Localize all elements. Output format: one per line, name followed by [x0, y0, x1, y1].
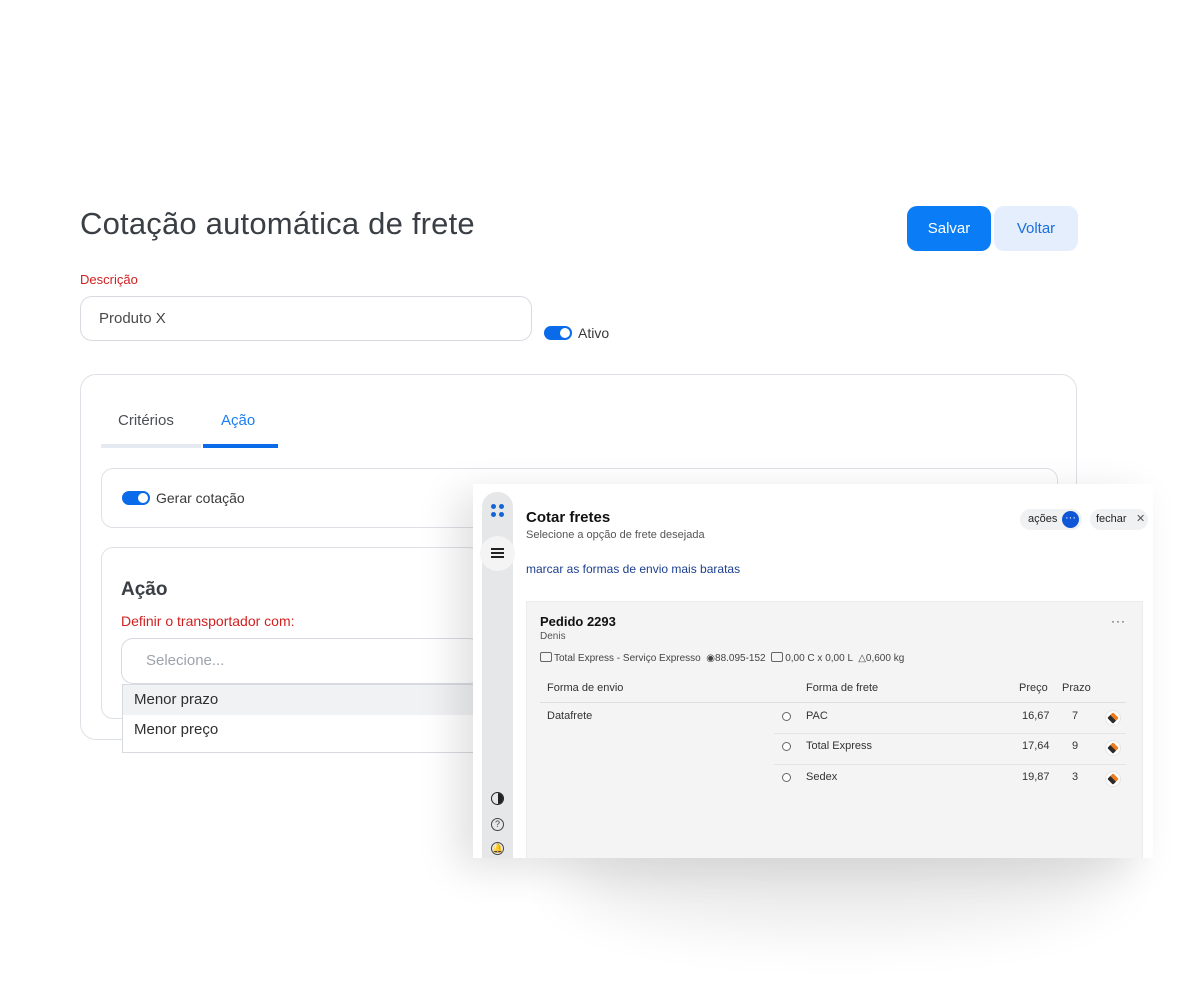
more-dots-icon: ··· — [1062, 511, 1079, 528]
option-menor-preco[interactable]: Menor preço — [123, 715, 481, 745]
freight-price: 17,64 — [1022, 740, 1050, 752]
header-price: Preço — [1019, 682, 1048, 694]
order-meta: Total Express - Serviço Expresso ◉88.095… — [540, 652, 904, 664]
order-title: Pedido 2293 — [540, 614, 616, 629]
location-pin-icon: ◉ — [706, 653, 716, 664]
freight-radio[interactable] — [782, 742, 791, 751]
action-heading: Ação — [121, 579, 168, 600]
actions-label: ações — [1028, 513, 1058, 525]
active-toggle-switch[interactable] — [544, 326, 572, 341]
tab-bar: Critérios Ação — [101, 409, 278, 449]
panel-subtitle: Selecione a opção de frete desejada — [526, 529, 705, 541]
box-icon — [771, 652, 784, 662]
panel-sidebar: ? 🔔 — [480, 492, 515, 858]
order-weight: 0,600 kg — [865, 653, 905, 664]
hamburger-menu-icon[interactable] — [480, 536, 515, 571]
generate-quote-label: Gerar cotação — [156, 490, 245, 507]
active-toggle[interactable]: Ativo — [544, 324, 609, 341]
carrier-criteria-dropdown: Menor prazo Menor preço — [122, 684, 482, 753]
header-shipping-method: Forma de envio — [547, 682, 624, 694]
carrier-criteria-label: Definir o transportador com: — [121, 613, 295, 629]
generate-quote-toggle[interactable]: Gerar cotação — [122, 489, 245, 506]
active-tab-indicator — [203, 444, 278, 448]
header-divider — [540, 702, 1126, 703]
freight-term: 7 — [1072, 710, 1079, 722]
mark-cheapest-link[interactable]: marcar as formas de envio mais baratas — [526, 562, 740, 576]
freight-term: 3 — [1072, 771, 1079, 783]
carrier-logo-icon — [1106, 772, 1120, 786]
panel-title: Cotar fretes — [526, 509, 611, 526]
close-button[interactable]: fechar ✕ — [1090, 509, 1148, 530]
option-menor-prazo[interactable]: Menor prazo — [123, 685, 481, 715]
close-label: fechar — [1096, 513, 1127, 525]
order-more-icon[interactable]: ··· — [1111, 614, 1126, 628]
freight-radio[interactable] — [782, 773, 791, 782]
freight-price: 19,87 — [1022, 771, 1050, 783]
shipping-method-value: Datafrete — [547, 710, 593, 722]
truck-icon — [540, 652, 552, 662]
order-client: Denis — [540, 631, 566, 642]
order-card — [526, 601, 1143, 858]
row-divider — [774, 764, 1126, 765]
freight-term: 9 — [1072, 740, 1079, 752]
description-input[interactable]: Produto X — [80, 296, 532, 341]
order-dimensions: 0,00 C x 0,00 L — [785, 653, 853, 664]
back-button[interactable]: Voltar — [994, 206, 1078, 251]
generate-quote-switch[interactable] — [122, 491, 150, 506]
header-freight-method: Forma de frete — [806, 682, 879, 694]
row-divider — [774, 733, 1126, 734]
freight-name: Total Express — [806, 740, 873, 752]
tab-criterios[interactable]: Critérios — [118, 412, 174, 429]
freight-price: 16,67 — [1022, 710, 1050, 722]
help-circle-icon[interactable]: ? — [491, 818, 504, 831]
tab-acao[interactable]: Ação — [221, 412, 255, 429]
actions-button[interactable]: ações ··· — [1020, 509, 1082, 530]
carrier-logo-icon — [1106, 741, 1120, 755]
freight-radio[interactable] — [782, 712, 791, 721]
bell-icon[interactable]: 🔔 — [491, 842, 504, 855]
tab-track — [101, 444, 201, 448]
freight-name: PAC — [806, 710, 828, 722]
order-carrier-service: Total Express - Serviço Expresso — [554, 653, 701, 664]
save-button[interactable]: Salvar — [907, 206, 991, 251]
carrier-logo-icon — [1106, 711, 1120, 725]
header-term: Prazo — [1062, 682, 1091, 694]
order-zip: 88.095-152 — [715, 653, 766, 664]
freight-name: Sedex — [806, 771, 838, 783]
description-label: Descrição — [80, 272, 138, 287]
page-title: Cotação automática de frete — [80, 206, 475, 241]
close-icon: ✕ — [1136, 513, 1146, 525]
weight-icon: △ — [858, 653, 866, 664]
contrast-icon[interactable] — [491, 792, 504, 805]
apps-grid-icon[interactable] — [491, 504, 505, 518]
active-toggle-label: Ativo — [578, 325, 610, 342]
carrier-criteria-select[interactable]: Selecione... — [121, 638, 481, 684]
